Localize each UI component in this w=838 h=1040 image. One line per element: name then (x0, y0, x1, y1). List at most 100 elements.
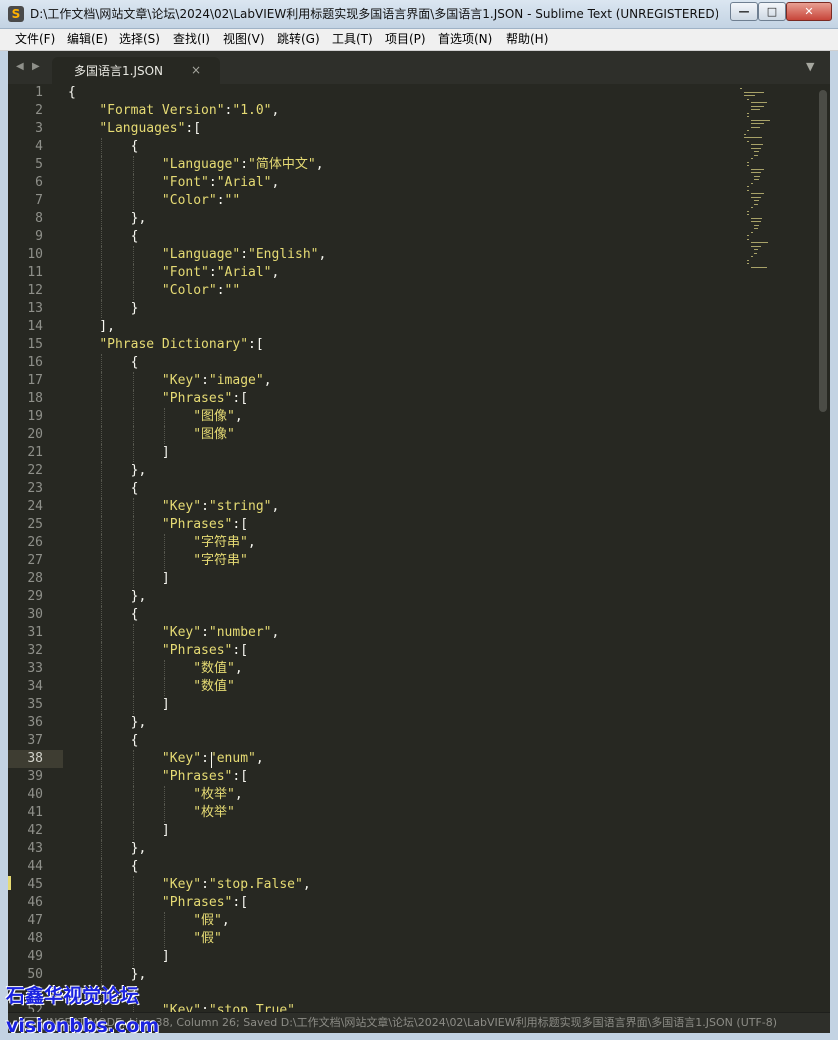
code-line[interactable]: }, (68, 966, 147, 984)
code-line[interactable]: } (68, 300, 139, 318)
line-number: 16 (27, 355, 43, 370)
line-number-gutter[interactable]: 1 2 3 4 5 6 7 8 9 10 11 12 13 14 15 16 17 18 19 20 21 22 23 24 2… (8, 84, 63, 1012)
code-line[interactable]: "枚举", (68, 786, 242, 804)
code-line[interactable]: "Key":"stop.False", (68, 876, 311, 894)
tab-bar: ◀ ▶ 多国语言1.JSON × ▼ (0, 51, 838, 84)
code-line[interactable]: "Font":"Arial", (68, 264, 279, 282)
maximize-button[interactable]: □ (758, 2, 786, 21)
code-line[interactable]: "假", (68, 912, 229, 930)
code-line[interactable]: "Language":"简体中文", (68, 156, 324, 174)
code-line[interactable]: }, (68, 714, 147, 732)
code-line[interactable]: }, (68, 588, 147, 606)
minimap-line (747, 235, 750, 236)
indent-guide (101, 480, 103, 498)
line-number: 44 (27, 859, 43, 874)
indent-guide (132, 912, 134, 930)
menu-edit[interactable]: 编辑(E) (67, 32, 108, 47)
menu-file[interactable]: 文件(F) (15, 32, 55, 47)
code-line[interactable]: "Languages":[ (68, 120, 201, 138)
code-line[interactable]: { (68, 732, 139, 750)
code-line[interactable]: "Key":"image", (68, 372, 272, 390)
line-number: 5 (35, 157, 43, 172)
menu-help[interactable]: 帮助(H) (506, 32, 548, 47)
indent-guide (101, 156, 103, 174)
code-line[interactable]: }, (68, 840, 147, 858)
indent-guide (101, 822, 103, 840)
code-line[interactable]: "Format Version":"1.0", (68, 102, 279, 120)
code-line[interactable]: "Font":"Arial", (68, 174, 279, 192)
indent-guide (101, 912, 103, 930)
tab-scroll-left-icon[interactable]: ◀ (16, 60, 24, 74)
tab-list-dropdown-icon[interactable]: ▼ (806, 60, 814, 74)
line-number: 19 (27, 409, 43, 424)
menu-selection[interactable]: 选择(S) (119, 32, 160, 47)
line-number: 24 (27, 499, 43, 514)
vertical-scrollbar[interactable] (818, 84, 830, 1012)
code-line[interactable]: }, (68, 210, 147, 228)
code-line[interactable]: "字符串" (68, 552, 248, 570)
code-line[interactable]: "Language":"English", (68, 246, 326, 264)
indent-guide (132, 426, 134, 444)
title-bar[interactable]: S D:\工作文档\网站文章\论坛\2024\02\LabVIEW利用标题实现多… (0, 0, 838, 29)
code-line[interactable]: "图像", (68, 408, 242, 426)
tab-file[interactable]: 多国语言1.JSON × (52, 57, 220, 84)
code-line[interactable]: { (68, 228, 139, 246)
code-line[interactable]: "Phrases":[ (68, 390, 248, 408)
code-line[interactable]: ], (68, 318, 115, 336)
code-line[interactable]: ] (68, 444, 170, 462)
sublime-app-icon[interactable]: S (8, 6, 24, 22)
menu-preferences[interactable]: 首选项(N) (438, 32, 492, 47)
code-line[interactable]: "Color":"" (68, 282, 240, 300)
code-line[interactable]: "Color":"" (68, 192, 240, 210)
code-line[interactable]: "数值" (68, 678, 235, 696)
code-line[interactable]: ] (68, 696, 170, 714)
minimize-button[interactable]: — (730, 2, 758, 21)
code-line[interactable]: "Key":"string", (68, 498, 279, 516)
menu-find[interactable]: 查找(I) (173, 32, 210, 47)
code-line[interactable]: { (68, 84, 76, 102)
code-line[interactable]: "Phrases":[ (68, 768, 248, 786)
code-line[interactable]: "枚举" (68, 804, 235, 822)
code-line[interactable]: { (68, 138, 139, 156)
code-line[interactable]: "Key":"enum", (68, 750, 264, 768)
scrollbar-thumb[interactable] (819, 90, 827, 412)
code-line[interactable]: "图像" (68, 426, 235, 444)
minimap-line (750, 172, 761, 173)
code-line[interactable]: ] (68, 822, 170, 840)
minimap-line (750, 102, 767, 103)
indent-guide (101, 966, 103, 984)
code-line[interactable]: { (68, 858, 139, 876)
close-window-button[interactable]: ✕ (786, 2, 832, 21)
line-number: 7 (35, 193, 43, 208)
code-line[interactable]: { (68, 480, 139, 498)
code-area[interactable]: { "Format Version":"1.0", "Languages":[ … (68, 84, 748, 1012)
code-line[interactable]: }, (68, 462, 147, 480)
minimap-line (743, 133, 746, 135)
tab-close-icon[interactable]: × (191, 63, 201, 77)
indent-guide (101, 462, 103, 480)
code-editor[interactable]: 1 2 3 4 5 6 7 8 9 10 11 12 13 14 15 16 17 18 19 20 21 22 23 24 2… (8, 84, 830, 1012)
menu-view[interactable]: 视图(V) (223, 32, 265, 47)
code-line[interactable]: "Phrases":[ (68, 516, 248, 534)
tab-scroll-right-icon[interactable]: ▶ (32, 60, 40, 74)
code-line[interactable]: "Phrases":[ (68, 894, 248, 912)
code-line[interactable]: { (68, 354, 139, 372)
indent-guide (101, 894, 103, 912)
menu-project[interactable]: 项目(P) (385, 32, 426, 47)
code-line[interactable]: ] (68, 948, 170, 966)
indent-guide (101, 786, 103, 804)
code-line[interactable]: "Key":"number", (68, 624, 279, 642)
code-line[interactable]: "假" (68, 930, 222, 948)
line-number: 46 (27, 895, 43, 910)
code-line[interactable]: "字符串", (68, 534, 255, 552)
code-line[interactable]: "Phrases":[ (68, 642, 248, 660)
minimap-line (750, 217, 763, 219)
code-line[interactable]: "数值", (68, 660, 242, 678)
menu-tools[interactable]: 工具(T) (332, 32, 373, 47)
code-line[interactable]: { (68, 606, 139, 624)
menu-goto[interactable]: 跳转(G) (277, 32, 320, 47)
indent-guide (132, 444, 134, 462)
minimap[interactable] (738, 84, 818, 274)
code-line[interactable]: ] (68, 570, 170, 588)
code-line[interactable]: "Phrase Dictionary":[ (68, 336, 263, 354)
